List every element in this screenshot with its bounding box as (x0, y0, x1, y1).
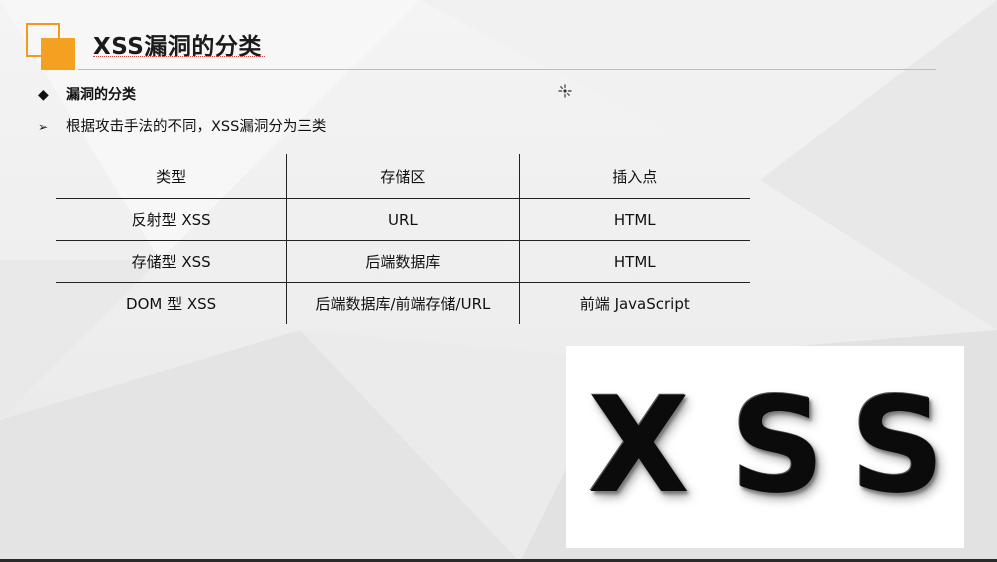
table-row: 反射型 XSS URL HTML (56, 198, 750, 241)
table-cell: HTML (519, 240, 750, 283)
table-row: DOM 型 XSS 后端数据库/前端存储/URL 前端 JavaScript (56, 282, 750, 324)
xss-logo-image: X S S (566, 346, 964, 548)
table-header-cell: 插入点 (612, 167, 658, 186)
arrow-bullet-icon: ➢ (38, 120, 49, 134)
xss-letter-x: X (588, 369, 690, 523)
xss-letter-s2: S (850, 369, 946, 523)
table-cell: 存储型 XSS (56, 240, 288, 283)
table-header-row: 类型 存储区 插入点 (56, 154, 750, 199)
bullet-heading: ◆ 漏洞的分类 (38, 84, 136, 104)
title-divider (78, 69, 936, 70)
table-cell: DOM 型 XSS (56, 282, 288, 324)
table-cell: URL (286, 198, 520, 241)
bullet-item: ➢ 根据攻击手法的不同，XSS漏洞分为三类 (38, 115, 326, 136)
table-cell: 后端数据库/前端存储/URL (286, 282, 520, 324)
table-cell: HTML (519, 198, 750, 241)
diamond-bullet-icon: ◆ (38, 87, 49, 103)
table-cell: 后端数据库 (286, 240, 520, 283)
table-header-cell: 存储区 (286, 154, 520, 199)
table-row: 存储型 XSS 后端数据库 HTML (56, 240, 750, 283)
xss-letter-s1: S (730, 369, 826, 523)
bullet-heading-text: 漏洞的分类 (66, 87, 136, 103)
slide: XSS漏洞的分类 ◆ 漏洞的分类 ➢ 根据攻击手法的不同，XSS漏洞分为三类 类型 … (0, 0, 997, 562)
table-cell: 反射型 XSS (56, 198, 288, 241)
bullet-item-text: 根据攻击手法的不同，XSS漏洞分为三类 (66, 119, 327, 135)
table-header-cell: 类型 (56, 154, 288, 199)
spellcheck-underline (93, 56, 265, 57)
xss-classification-table: 类型 存储区 插入点 反射型 XSS URL HTML 存储型 XSS 后端数据… (56, 154, 750, 324)
logo-fill-square (41, 38, 75, 70)
table-cell: 前端 JavaScript (519, 282, 750, 324)
busy-cursor-icon (558, 84, 572, 98)
